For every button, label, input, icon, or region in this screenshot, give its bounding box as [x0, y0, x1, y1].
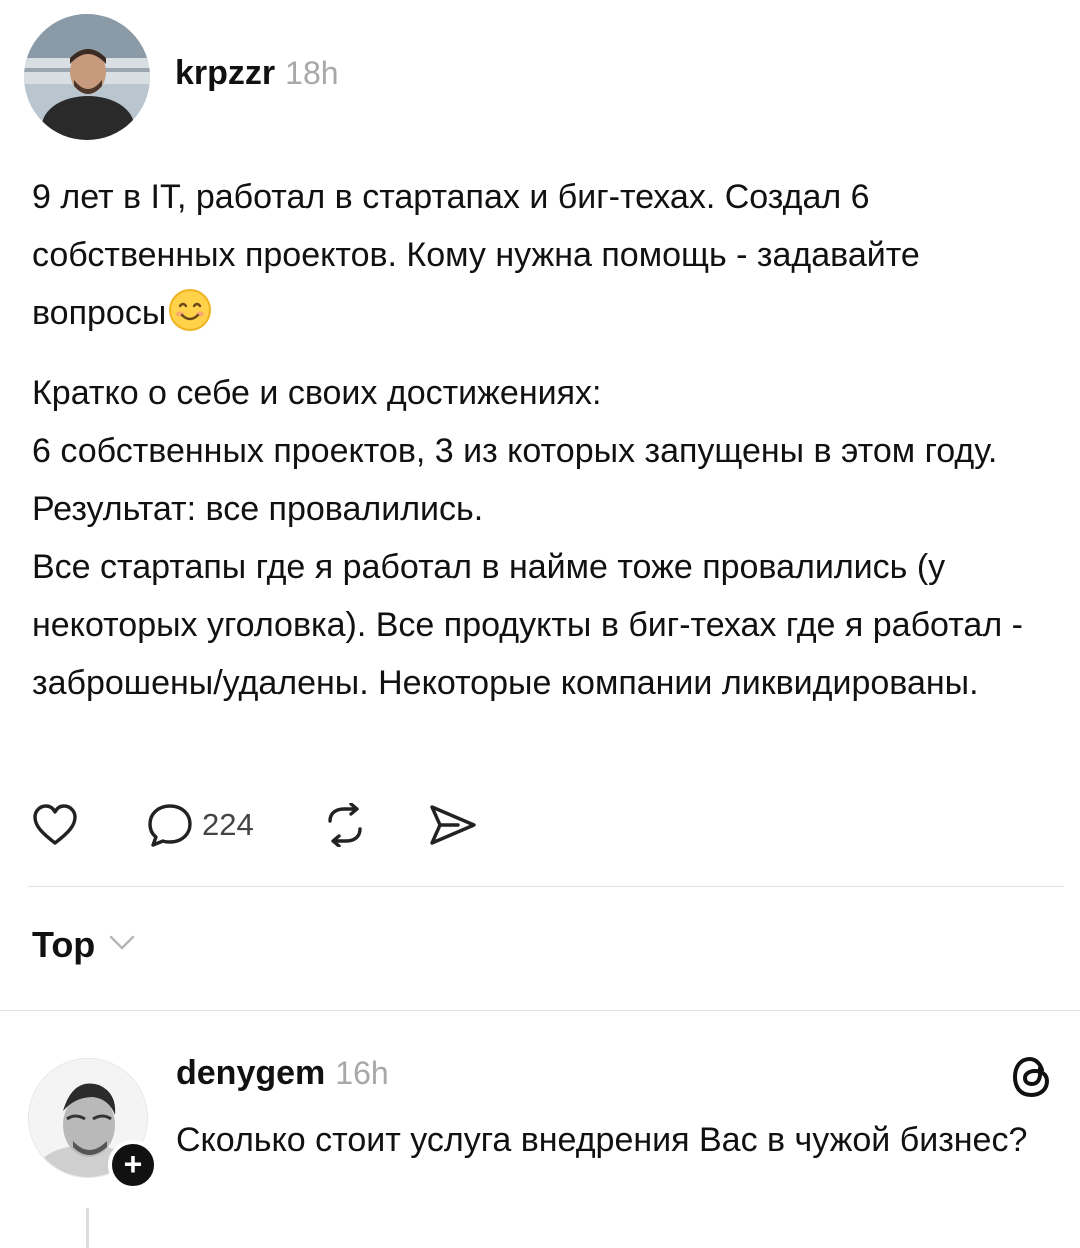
post-paragraph-1-text: 9 лет в IT, работал в стартапах и биг-те… — [32, 178, 920, 332]
smiling-face-emoji — [168, 288, 212, 332]
post-paragraph-1: 9 лет в IT, работал в стартапах и биг-те… — [32, 168, 1052, 342]
reply-count: 224 — [202, 807, 254, 842]
post-line-3: Все стартапы где я работал в найме тоже … — [32, 548, 1023, 702]
author-avatar[interactable] — [24, 14, 150, 140]
reply-avatar-container[interactable]: + — [28, 1058, 158, 1190]
heart-icon — [32, 803, 78, 847]
post-timestamp: 18h — [285, 55, 339, 91]
post-line-2: 6 собственных проектов, 3 из которых зап… — [32, 432, 998, 528]
post-author-username[interactable]: krpzzr — [175, 54, 275, 93]
reply-author-username[interactable]: denygem — [176, 1054, 325, 1093]
actions-divider — [28, 886, 1064, 887]
follow-plus-button[interactable]: + — [108, 1140, 158, 1190]
reply-timestamp: 16h — [335, 1055, 389, 1091]
post-body: 9 лет в IT, работал в стартапах и биг-те… — [32, 168, 1052, 712]
post-header: krpzzr 18h — [175, 54, 339, 93]
post-actions: 224 — [32, 800, 478, 850]
repost-button[interactable] — [322, 803, 368, 847]
section-divider — [0, 1010, 1080, 1011]
sort-selector[interactable]: Top — [32, 924, 135, 966]
reply-text: Сколько стоит услуга внедрения Вас в чуж… — [176, 1121, 1028, 1159]
repost-icon — [322, 803, 368, 847]
like-button[interactable] — [32, 803, 78, 847]
reply-button[interactable]: 224 — [146, 802, 254, 848]
reply-header: denygem 16h — [176, 1054, 389, 1093]
comment-icon — [146, 802, 194, 848]
sort-label: Top — [32, 924, 96, 965]
thread-connector-line — [86, 1208, 89, 1248]
post-line-1: Кратко о себе и своих достижениях: — [32, 374, 602, 412]
share-button[interactable] — [428, 803, 478, 847]
send-icon — [428, 803, 478, 847]
threads-logo-icon[interactable] — [1010, 1054, 1054, 1105]
chevron-down-icon — [109, 935, 135, 956]
